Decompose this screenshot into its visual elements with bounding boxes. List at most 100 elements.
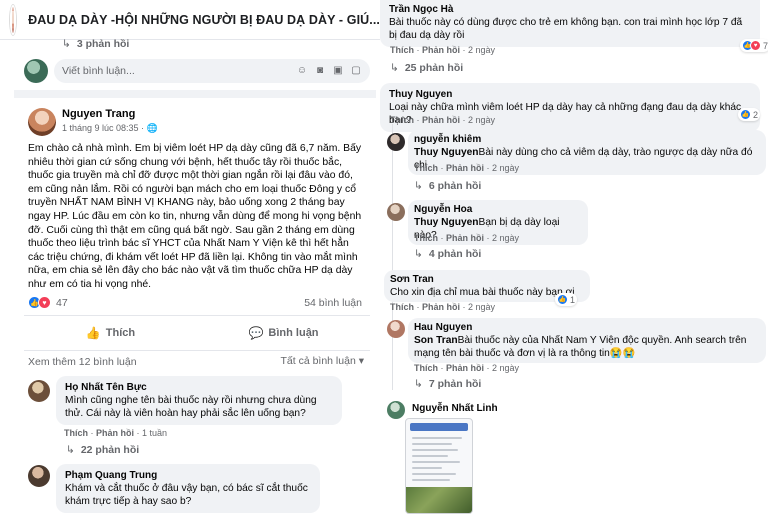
- comment-reply-link[interactable]: Phản hồi: [422, 45, 460, 55]
- replies-label: 22 phản hồi: [80, 444, 140, 456]
- comment-actions: Thích · Phản hồi · 2 ngày: [390, 302, 496, 312]
- view-replies-link[interactable]: ↳ 6 phản hồi: [414, 180, 481, 192]
- comment-author[interactable]: Sơn Tran: [390, 273, 584, 286]
- emoji-icon[interactable]: ☺: [296, 65, 308, 77]
- post-body: Em chào cả nhà mình. Em bị viêm loét HP …: [28, 143, 362, 290]
- comment-reply-link[interactable]: Phản hồi: [96, 428, 134, 438]
- avatar[interactable]: [24, 59, 48, 83]
- comment-time[interactable]: 2 ngày: [468, 45, 495, 55]
- comment-like-link[interactable]: Thích: [390, 45, 414, 55]
- comment-actions: Thích · Phản hồi · 2 ngày: [414, 163, 520, 173]
- comment-reply-link[interactable]: Phản hồi: [422, 115, 460, 125]
- tagged-user[interactable]: Thuy Nguyen: [414, 217, 479, 228]
- comment-author[interactable]: Hau Nguyen: [414, 321, 760, 334]
- comment-reactions[interactable]: 👍 ♥ 7: [740, 39, 768, 52]
- post-reactions[interactable]: 👍 ♥ 47: [28, 296, 68, 309]
- comment-text: Bài thuốc này của Nhất Nam Y Viện độc qu…: [414, 335, 747, 359]
- view-replies-link[interactable]: ↳ 22 phản hồi: [66, 444, 139, 456]
- comment-author[interactable]: Trần Ngọc Hà: [389, 3, 751, 16]
- post-action-bar: 👍 Thích 💬 Bình luận: [24, 315, 370, 351]
- image-text-line: [412, 437, 462, 439]
- comment-like-link[interactable]: Thích: [414, 163, 438, 173]
- comment-actions: Thích · Phản hồi · 2 ngày: [414, 363, 520, 373]
- comment-bubble: Hau Nguyen Son TranBài thuốc này của Nhấ…: [408, 318, 766, 363]
- comment-time[interactable]: 2 ngày: [492, 163, 519, 173]
- comment-like-link[interactable]: Thích: [414, 363, 438, 373]
- comment-reactions[interactable]: 👍 2: [738, 108, 761, 121]
- view-replies-link[interactable]: ↳ 7 phản hồi: [414, 378, 481, 390]
- view-replies-link[interactable]: ↳ 4 phản hồi: [414, 248, 481, 260]
- group-title[interactable]: ĐAU DẠ DÀY -HỘI NHỮNG NGƯỜI BỊ ĐAU DẠ DÀ…: [28, 13, 380, 27]
- comment-time[interactable]: 2 ngày: [492, 233, 519, 243]
- reaction-count: 47: [56, 296, 68, 309]
- comment-avatar[interactable]: [387, 133, 405, 151]
- comment-like-link[interactable]: Thích: [390, 115, 414, 125]
- comment-reply-link[interactable]: Phản hồi: [446, 233, 484, 243]
- like-button[interactable]: 👍 Thích: [24, 316, 197, 350]
- comment-author[interactable]: nguyễn khiêm: [414, 133, 760, 146]
- comment-text: Mình cũng nghe tên bài thuốc này rồi như…: [65, 395, 317, 419]
- comment-input[interactable]: Viết bình luận... ☺ ◙ ▣ ▢: [54, 59, 370, 83]
- comment-author[interactable]: Nguyễn Hoa: [414, 203, 582, 216]
- reply-arrow-icon: ↳: [390, 62, 399, 74]
- reply-arrow-icon: ↳: [62, 38, 71, 50]
- image-text-line: [412, 479, 450, 481]
- comment-time[interactable]: 1 tuần: [142, 428, 167, 438]
- comment-author[interactable]: Nguyễn Nhất Linh: [412, 403, 498, 414]
- tagged-user[interactable]: Thuy Nguyen: [414, 147, 479, 158]
- camera-icon[interactable]: ◙: [314, 65, 326, 77]
- post-author-avatar[interactable]: [28, 108, 56, 136]
- thread-line: [392, 124, 393, 390]
- tagged-user[interactable]: Son Tran: [414, 335, 458, 346]
- comment-button[interactable]: 💬 Bình luận: [197, 316, 370, 350]
- replies-label: 3 phản hồi: [76, 38, 130, 50]
- post-timestamp[interactable]: 1 tháng 9 lúc 08:35 · 🌐: [62, 123, 158, 134]
- comment-sort-dropdown[interactable]: Tất cả bình luận ▾: [280, 355, 364, 367]
- comment-like-link[interactable]: Thích: [414, 233, 438, 243]
- comment-composer: Viết bình luận... ☺ ◙ ▣ ▢: [24, 58, 370, 84]
- comment-reply-link[interactable]: Phản hồi: [446, 363, 484, 373]
- comment-time[interactable]: 2 ngày: [492, 363, 519, 373]
- comment-avatar[interactable]: [387, 401, 405, 419]
- comment-author[interactable]: Họ Nhất Tên Bực: [65, 381, 333, 394]
- view-replies-link[interactable]: ↳ 25 phản hồi: [390, 62, 463, 74]
- comment-like-link[interactable]: Thích: [64, 428, 88, 438]
- replies-label: 25 phản hồi: [404, 62, 464, 74]
- comment-reply-link[interactable]: Phản hồi: [446, 163, 484, 173]
- view-replies-link[interactable]: ↳ 3 phản hồi: [62, 38, 129, 50]
- comment-like-link[interactable]: Thích: [390, 302, 414, 312]
- replies-label: 6 phản hồi: [428, 180, 482, 192]
- chevron-down-icon: ▾: [358, 355, 364, 367]
- comment-avatar[interactable]: [387, 320, 405, 338]
- image-text-line: [412, 443, 452, 445]
- comment-text: Cho xin địa chỉ mua bài thuốc này bạn ơi: [390, 287, 575, 298]
- comment-reply-link[interactable]: Phản hồi: [422, 302, 460, 312]
- comment-time[interactable]: 2 ngày: [468, 302, 495, 312]
- image-header-bar: [410, 423, 468, 431]
- gif-icon[interactable]: ▣: [332, 65, 344, 77]
- comment-author[interactable]: Thuy Nguyen: [389, 88, 751, 101]
- comment-avatar[interactable]: [387, 203, 405, 221]
- comment-bubble: Trần Ngọc Hà Bài thuốc này có dùng được …: [380, 0, 760, 47]
- reply-arrow-icon: ↳: [414, 180, 423, 192]
- replies-label: 7 phản hồi: [428, 378, 482, 390]
- post-author-name[interactable]: Nguyen Trang: [62, 108, 135, 120]
- group-avatar[interactable]: [10, 4, 17, 35]
- comment-image-attachment[interactable]: [405, 418, 473, 514]
- comment-react-count: 1: [570, 294, 576, 305]
- sort-label: Tất cả bình luận: [280, 355, 356, 367]
- comment-count[interactable]: 54 bình luận: [304, 297, 362, 309]
- thumbs-up-icon: 👍: [85, 326, 101, 340]
- like-label: Thích: [105, 327, 136, 339]
- comment-icon: 💬: [248, 326, 264, 340]
- comment-reactions[interactable]: 👍 1: [555, 293, 578, 306]
- comment-actions: Thích · Phản hồi · 2 ngày: [390, 45, 496, 55]
- comment-bubble: Họ Nhất Tên Bực Mình cũng nghe tên bài t…: [56, 376, 342, 425]
- comment-avatar[interactable]: [28, 380, 50, 402]
- comment-time[interactable]: 2 ngày: [468, 115, 495, 125]
- comment-avatar[interactable]: [28, 465, 50, 487]
- comment-author[interactable]: Phạm Quang Trung: [65, 469, 311, 482]
- sticker-icon[interactable]: ▢: [350, 65, 362, 77]
- love-reaction-icon: ♥: [38, 296, 51, 309]
- see-more-comments[interactable]: Xem thêm 12 bình luận: [28, 356, 137, 368]
